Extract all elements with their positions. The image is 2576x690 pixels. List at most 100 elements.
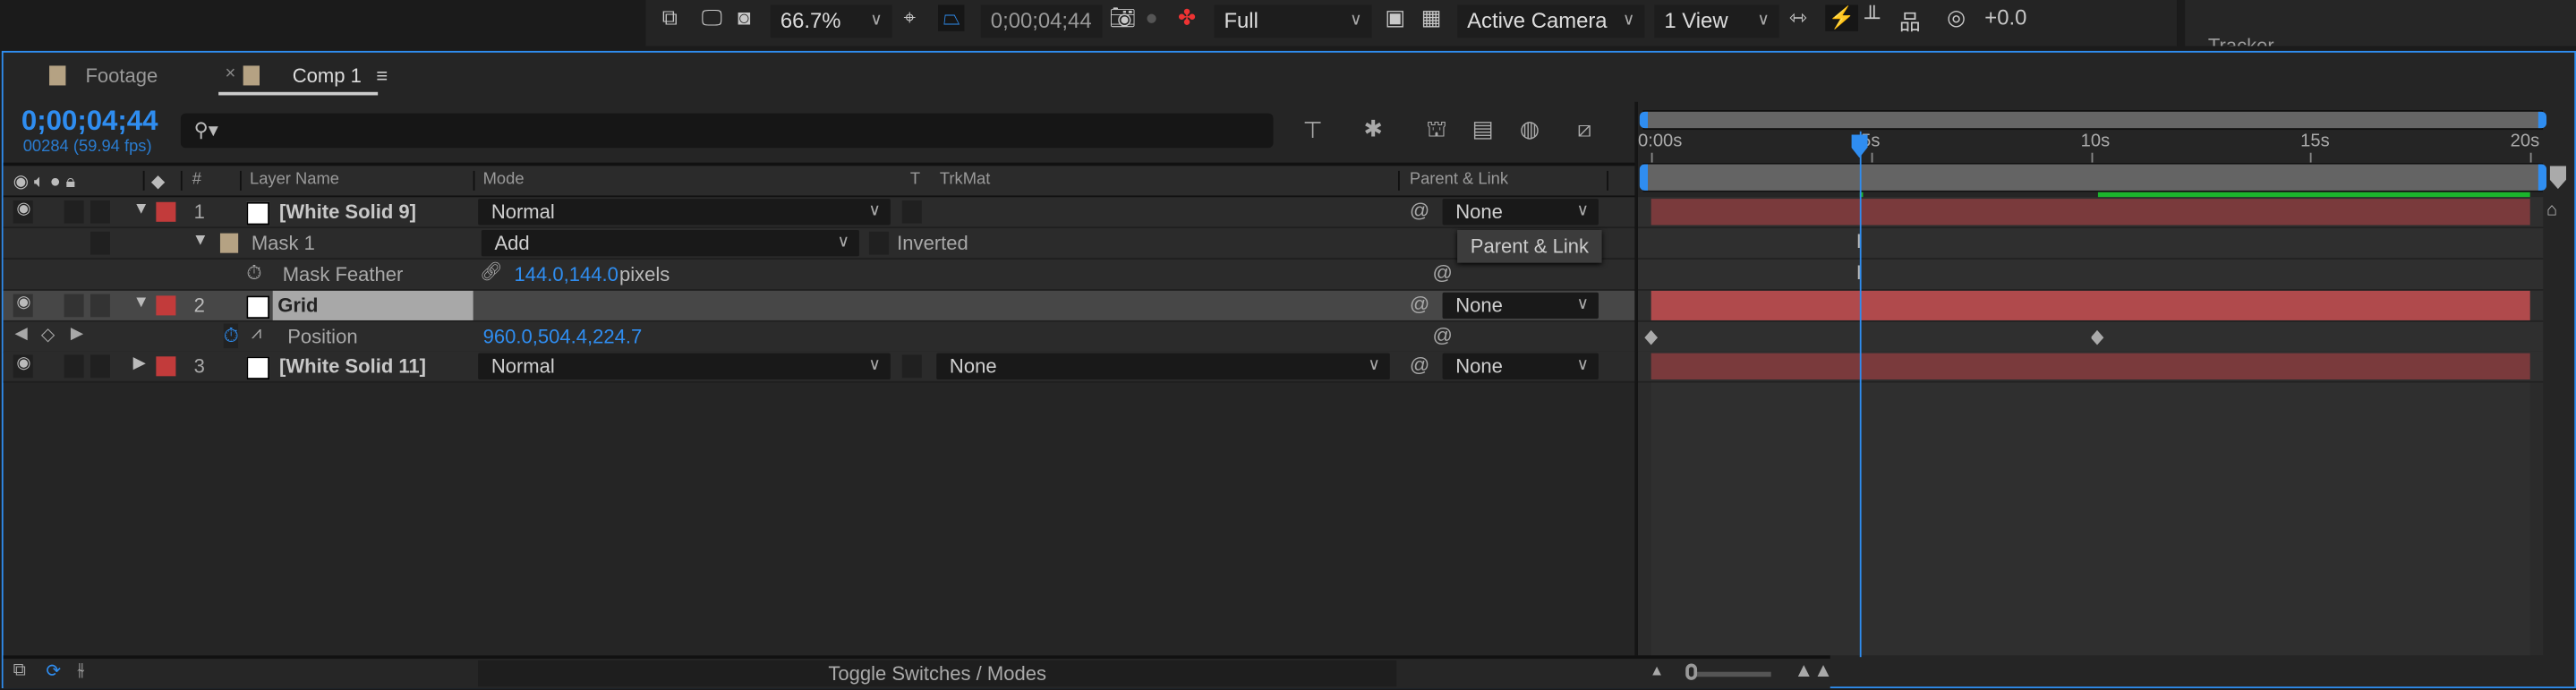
video-toggle[interactable]: ◉	[13, 354, 33, 379]
position-keyframe[interactable]	[1644, 329, 1659, 345]
tab-comp-1[interactable]: Comp 1	[293, 64, 362, 88]
panel-menu-icon[interactable]: ≡	[376, 64, 388, 88]
tracker-panel-title[interactable]: Tracker	[2208, 31, 2274, 47]
parent-dropdown[interactable]: None ∨	[1442, 199, 1599, 226]
mask-lock-toggle[interactable]	[90, 231, 110, 255]
solo-toggle[interactable]	[64, 354, 84, 379]
show-snapshot-icon[interactable]: ●	[1145, 5, 1157, 30]
work-area-bar[interactable]	[1639, 162, 2547, 192]
parent-dropdown[interactable]: None ∨	[1442, 353, 1599, 380]
mode-dropdown[interactable]: Normal ∨	[478, 353, 891, 380]
layer-name[interactable]: [White Solid 9]	[279, 200, 416, 224]
twirl-down-icon[interactable]: ▼	[192, 232, 209, 250]
layer-row-3[interactable]: ◉ ▶ 3 [White Solid 11] Normal ∨ None ∨ @ N…	[3, 351, 1638, 383]
stopwatch-icon[interactable]: ⏱︎	[246, 261, 261, 286]
flowchart-icon[interactable]: 品	[1899, 5, 1921, 37]
label-color[interactable]	[156, 295, 176, 316]
position-keyframe[interactable]	[2090, 329, 2104, 345]
twirl-down-icon[interactable]: ▼	[133, 200, 149, 218]
preserve-transparency-toggle[interactable]	[901, 200, 922, 224]
previous-keyframe-icon[interactable]: ◀	[15, 325, 28, 343]
pick-whip-icon[interactable]: @	[1410, 354, 1429, 377]
resolution-dropdown[interactable]: Full ∨	[1214, 4, 1372, 38]
lock-toggle[interactable]	[90, 354, 110, 379]
add-keyframe-icon[interactable]: ◇	[41, 324, 55, 345]
graph-icon[interactable]: ⩘	[252, 324, 261, 345]
mask-color[interactable]	[219, 233, 239, 253]
views-dropdown[interactable]: 1 View ∨	[1654, 4, 1779, 38]
snapshot-icon[interactable]: 📷︎	[1109, 5, 1136, 31]
constrain-link-icon[interactable]: 🔗︎	[480, 261, 503, 283]
shy-layers-icon[interactable]: ⛫	[1426, 115, 1447, 146]
trkmat-dropdown[interactable]: None ∨	[936, 353, 1390, 380]
zoom-dropdown[interactable]: 66.7% ∨	[770, 4, 892, 38]
layer-bar-2[interactable]	[1651, 290, 2530, 320]
always-preview-icon[interactable]: ⧉	[662, 5, 678, 31]
parent-dropdown[interactable]: None ∨	[1442, 292, 1599, 319]
next-keyframe-icon[interactable]: ▶	[71, 325, 83, 343]
mode-dropdown[interactable]: Normal ∨	[478, 199, 891, 226]
work-area-end-handle[interactable]	[2538, 164, 2547, 191]
inverted-checkbox[interactable]	[868, 231, 890, 255]
label-color[interactable]	[156, 356, 176, 377]
pick-whip-icon[interactable]: @	[1433, 261, 1453, 285]
layer-row-1[interactable]: ◉ ▼ 1 [White Solid 9] Normal ∨ @ None ∨	[3, 197, 1638, 229]
navigator-start-handle[interactable]	[1639, 111, 1649, 129]
monitor-icon[interactable]: 🖵	[702, 5, 722, 31]
mask-mode-dropdown[interactable]: Add ∨	[481, 229, 859, 257]
layer-bar-3[interactable]	[1651, 353, 2530, 380]
playhead-line[interactable]	[1859, 131, 1862, 658]
navigator-end-handle[interactable]	[2538, 111, 2547, 129]
mask-row[interactable]: ▼ Mask 1 Add ∨ Inverted	[3, 228, 1638, 260]
region-of-interest-icon[interactable]: ⌖	[904, 5, 916, 31]
solo-toggle[interactable]	[64, 200, 84, 224]
layer-switches-icon[interactable]: ⧉	[13, 660, 26, 682]
toggle-switches-modes-button[interactable]: Toggle Switches / Modes	[478, 660, 1397, 687]
pick-whip-icon[interactable]: @	[1410, 293, 1429, 316]
preserve-transparency-toggle[interactable]	[901, 354, 922, 379]
lock-toggle[interactable]	[90, 294, 110, 318]
toggle-pixel-aspect-icon[interactable]: ▣	[1385, 5, 1405, 31]
in-out-stretch-icon[interactable]: ⫳	[77, 660, 84, 682]
time-ruler[interactable]: 0:00s 5s 10s 15s 20s	[1638, 132, 2558, 163]
layer-row-2[interactable]: ◉ ▼ 2 Grid @ None ∨	[3, 290, 1638, 322]
zoom-out-icon[interactable]: ▲	[1650, 662, 1664, 678]
position-value[interactable]: 960.0,504.4,224.7	[483, 325, 643, 348]
video-toggle[interactable]: ◉	[13, 200, 33, 224]
exposure-value[interactable]: +0.0	[1984, 5, 2026, 30]
viewer-timecode[interactable]: 0;00;04;44	[980, 4, 1103, 38]
exposure-icon[interactable]: ◎	[1947, 5, 1966, 31]
color-channels-icon[interactable]: ✤	[1178, 5, 1196, 31]
zoom-in-icon[interactable]: ▲▲	[1794, 659, 1833, 682]
work-area-start-handle[interactable]	[1639, 164, 1649, 191]
3d-view-icon[interactable]: ⇿	[1789, 5, 1807, 31]
draft-3d-icon[interactable]: ✱	[1363, 115, 1383, 142]
mask-name[interactable]: Mask 1	[252, 232, 315, 255]
transparency-grid-icon[interactable]: ⏢	[938, 4, 966, 31]
close-icon[interactable]: ×	[225, 64, 235, 84]
motion-blur-icon[interactable]: ◍	[1520, 115, 1540, 142]
lock-toggle[interactable]	[90, 200, 110, 224]
label-color[interactable]	[156, 201, 176, 222]
camera-dropdown[interactable]: Active Camera ∨	[1457, 4, 1645, 38]
solo-toggle[interactable]	[64, 294, 84, 318]
twirl-down-icon[interactable]: ▼	[133, 294, 149, 312]
current-time-display[interactable]: 0;00;04;44	[21, 105, 158, 138]
time-navigator[interactable]	[1639, 109, 2547, 131]
mask-visibility-icon[interactable]: ◙	[738, 5, 750, 30]
column-layer-name[interactable]: Layer Name	[250, 171, 339, 189]
zoom-slider-track[interactable]	[1695, 671, 1771, 677]
timeline-icon[interactable]: ╨	[1864, 5, 1880, 30]
transfer-controls-icon[interactable]: ⟳	[46, 660, 61, 682]
composition-mini-flowchart-icon[interactable]: ⊤	[1303, 116, 1323, 144]
layer-name-edit-field[interactable]: Grid	[272, 290, 473, 320]
comp-button-icon[interactable]: ⌂	[2546, 200, 2557, 220]
pick-whip-icon[interactable]: @	[1433, 324, 1453, 347]
pick-whip-icon[interactable]: @	[1410, 199, 1429, 222]
fast-previews-icon[interactable]: ⚡	[1825, 4, 1859, 31]
search-input[interactable]: ⚲▾	[180, 113, 1274, 149]
layer-bar-1[interactable]	[1651, 199, 2530, 226]
mask-feather-value[interactable]: 144.0,144.0	[515, 263, 618, 286]
zoom-slider-thumb[interactable]	[1685, 663, 1698, 680]
stopwatch-icon[interactable]: ⏱︎	[223, 323, 239, 349]
